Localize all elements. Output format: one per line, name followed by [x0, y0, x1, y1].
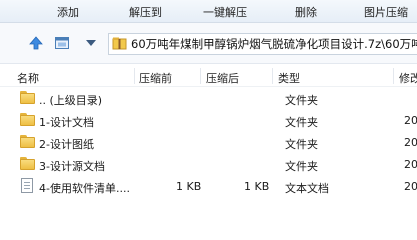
file-modified: 20 — [404, 136, 417, 149]
text-file-icon — [21, 178, 33, 193]
folder-icon — [20, 135, 35, 149]
up-arrow-icon[interactable] — [28, 35, 44, 51]
file-modified: 20 — [404, 180, 417, 193]
folder-icon — [20, 91, 35, 105]
file-row[interactable]: 4-使用软件清单.... 1 KB 1 KB 文本文档 20 — [0, 176, 417, 197]
column-header-type[interactable]: 类型 — [278, 70, 300, 86]
column-headers: 名称 压缩前 压缩后 类型 修改 — [0, 64, 417, 87]
address-bar: 60万吨年煤制甲醇锅炉烟气脱硫净化项目设计.7z\60万吨 — [0, 23, 417, 64]
file-name: 1-设计文档 — [39, 116, 94, 129]
extract-to-button[interactable]: 解压到 — [129, 4, 162, 20]
path-text: 60万吨年煤制甲醇锅炉烟气脱硫净化项目设计.7z\60万吨 — [131, 37, 417, 51]
column-divider[interactable] — [134, 68, 135, 84]
one-click-extract-button[interactable]: 一键解压 — [203, 4, 247, 20]
file-size-after: 1 KB — [244, 180, 270, 193]
file-modified: 20 — [404, 158, 417, 171]
column-divider[interactable] — [200, 68, 201, 84]
column-header-modified[interactable]: 修改 — [399, 70, 417, 86]
file-type: 文本文档 — [285, 182, 329, 195]
parent-directory-row[interactable]: .. (上级目录) 文件夹 — [0, 88, 417, 109]
archive-icon — [112, 37, 127, 50]
file-name: 3-设计源文档 — [39, 160, 105, 173]
file-type: 文件夹 — [285, 94, 318, 107]
column-header-size-before[interactable]: 压缩前 — [139, 70, 172, 86]
file-type: 文件夹 — [285, 116, 318, 129]
column-divider[interactable] — [393, 68, 394, 84]
folder-icon — [20, 157, 35, 171]
file-row[interactable]: 1-设计文档 文件夹 20 — [0, 110, 417, 131]
file-name: 2-设计图纸 — [39, 138, 94, 151]
file-type: 文件夹 — [285, 138, 318, 151]
file-type: 文件夹 — [285, 160, 318, 173]
toolbar: 添加 解压到 一键解压 删除 图片压缩 — [0, 0, 417, 23]
view-mode-icon[interactable] — [54, 35, 70, 51]
add-button[interactable]: 添加 — [57, 4, 79, 20]
file-name: .. (上级目录) — [39, 94, 103, 107]
column-header-name[interactable]: 名称 — [17, 70, 39, 86]
file-modified: 20 — [404, 114, 417, 127]
image-compress-button[interactable]: 图片压缩 — [364, 4, 408, 20]
dropdown-menu-icon[interactable] — [83, 35, 99, 51]
column-header-size-after[interactable]: 压缩后 — [206, 70, 239, 86]
file-name: 4-使用软件清单.... — [39, 182, 130, 195]
column-divider[interactable] — [272, 68, 273, 84]
file-row[interactable]: 3-设计源文档 文件夹 20 — [0, 154, 417, 175]
delete-button[interactable]: 删除 — [295, 4, 317, 20]
file-row[interactable]: 2-设计图纸 文件夹 20 — [0, 132, 417, 153]
path-field[interactable]: 60万吨年煤制甲醇锅炉烟气脱硫净化项目设计.7z\60万吨 — [108, 33, 417, 55]
file-size-before: 1 KB — [176, 180, 202, 193]
folder-icon — [20, 113, 35, 127]
